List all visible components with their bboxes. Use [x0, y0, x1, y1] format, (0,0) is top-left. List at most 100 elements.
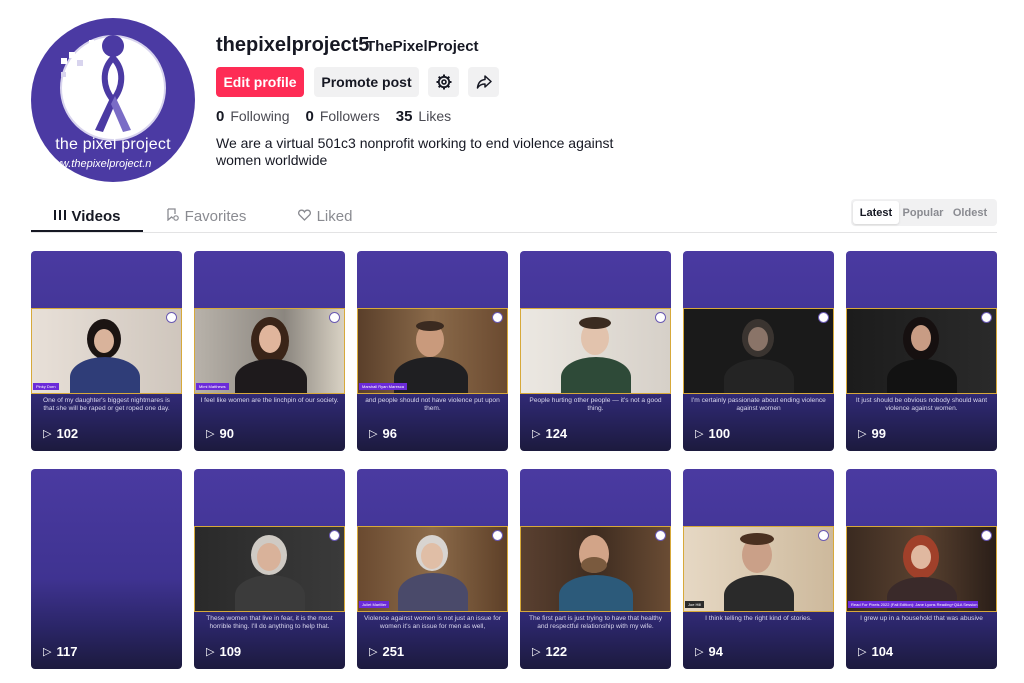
video-card[interactable]: These women that live in fear, it is the… [194, 469, 345, 669]
video-caption: Violence against women is not just an is… [364, 615, 501, 630]
video-thumbnail [520, 526, 671, 612]
pixel-logo-icon [329, 312, 340, 323]
pixel-logo-icon [981, 530, 992, 541]
tab-favorites[interactable]: Favorites [143, 200, 269, 232]
speaker-name-tag: Marshall Ryan Maresca [359, 383, 408, 390]
video-caption: I'm certainly passionate about ending vi… [691, 397, 826, 412]
play-icon: ▷ [206, 428, 215, 440]
video-caption: I grew up in a household that was abusiv… [860, 615, 983, 622]
play-count: ▷ 100 [695, 426, 730, 441]
play-count: ▷ 90 [206, 426, 234, 441]
video-thumbnail: Mimi Matthews [194, 308, 345, 394]
speaker-name-tag: Joe Hill [685, 601, 705, 608]
play-count: ▷ 99 [858, 426, 886, 441]
play-count: ▷ 124 [532, 426, 567, 441]
sort-oldest[interactable]: Oldest [947, 201, 993, 224]
play-count-value: 122 [545, 644, 568, 659]
play-icon: ▷ [858, 428, 867, 440]
play-icon: ▷ [369, 646, 378, 658]
video-card[interactable]: I'm certainly passionate about ending vi… [683, 251, 834, 451]
edit-profile-button[interactable]: Edit profile [216, 67, 304, 97]
pixel-logo-icon [818, 312, 829, 323]
video-thumbnail [194, 526, 345, 612]
play-count: ▷ 94 [695, 644, 723, 659]
video-card[interactable]: Pinky Dorn One of my daughter's biggest … [31, 251, 182, 451]
video-card[interactable]: Read For Pixels 2022 (Fall Edition): Jan… [846, 469, 997, 669]
likes-value: 35 [395, 108, 413, 125]
heart-icon [297, 209, 311, 224]
video-card[interactable]: People hurting other people — it's not a… [520, 251, 671, 451]
pixel-logo-icon [329, 530, 340, 541]
tabs-divider [31, 232, 997, 233]
nickname: ThePixelProject [366, 38, 479, 55]
promote-post-button[interactable]: Promote post [314, 67, 419, 97]
video-caption: The first part is just trying to have th… [528, 615, 663, 630]
video-card[interactable]: Joe Hill I think telling the right kind … [683, 469, 834, 669]
video-caption: I feel like women are the linchpin of ou… [200, 397, 339, 404]
play-count-value: 100 [708, 426, 731, 441]
tab-favorites-label: Favorites [184, 207, 247, 225]
avatar-logo-url: www.thepixelproject.n [45, 158, 152, 170]
followers-count[interactable]: 0 Followers [305, 108, 379, 125]
play-count-value: 109 [219, 644, 242, 659]
video-card[interactable]: Juliet Marillier Violence against women … [357, 469, 508, 669]
likes-count: 35 Likes [396, 108, 451, 125]
play-count-value: 124 [545, 426, 568, 441]
play-count: ▷ 109 [206, 644, 241, 659]
video-thumbnail: Juliet Marillier [357, 526, 508, 612]
pixel-logo-icon [818, 530, 829, 541]
play-count: ▷ 117 [43, 644, 77, 659]
gear-icon [436, 74, 451, 90]
play-icon: ▷ [43, 646, 52, 658]
video-thumbnail: Marshall Ryan Maresca [357, 308, 508, 394]
video-card[interactable]: It just should be obvious nobody should … [846, 251, 997, 451]
play-count: ▷ 104 [858, 644, 893, 659]
sort-latest[interactable]: Latest [853, 201, 899, 224]
sort-popular[interactable]: Popular [899, 201, 947, 224]
following-count[interactable]: 0 Following [216, 108, 289, 125]
play-count: ▷ 102 [43, 426, 78, 441]
profile-bio: We are a virtual 501c3 nonprofit working… [216, 135, 614, 168]
likes-label: Likes [418, 108, 452, 124]
grid-icon [53, 209, 66, 224]
pixel-logo-icon [655, 312, 666, 323]
video-card[interactable]: Mimi Matthews I feel like women are the … [194, 251, 345, 451]
video-thumbnail [683, 308, 834, 394]
speaker-name-tag: Pinky Dorn [33, 383, 59, 390]
play-icon: ▷ [43, 428, 52, 440]
play-icon: ▷ [858, 646, 867, 658]
pixel-logo-icon [655, 530, 666, 541]
play-icon: ▷ [695, 646, 704, 658]
pixel-logo-icon [166, 312, 177, 323]
tab-liked[interactable]: Liked [269, 200, 381, 232]
play-icon: ▷ [532, 428, 541, 440]
play-count-value: 90 [219, 426, 234, 441]
tab-liked-label: Liked [316, 207, 353, 225]
profile-avatar[interactable]: the pixel project www.thepixelproject.n [31, 18, 195, 182]
play-count: ▷ 251 [369, 644, 404, 659]
share-profile-button[interactable] [468, 67, 499, 97]
pixel-logo-icon [492, 530, 503, 541]
share-icon [476, 75, 492, 89]
video-caption: It just should be obvious nobody should … [855, 397, 988, 412]
video-thumbnail [520, 308, 671, 394]
tab-videos-label: Videos [71, 207, 121, 225]
following-value: 0 [216, 108, 225, 125]
video-caption: People hurting other people — it's not a… [529, 397, 662, 412]
play-count-value: 251 [382, 644, 405, 659]
video-card[interactable]: ▷ 117 [31, 469, 182, 669]
video-card[interactable]: The first part is just trying to have th… [520, 469, 671, 669]
video-card[interactable]: Marshall Ryan Maresca and people should … [357, 251, 508, 451]
speaker-name-tag: Mimi Matthews [196, 383, 229, 390]
username: thepixelproject5 [216, 34, 370, 56]
video-thumbnail [846, 308, 997, 394]
play-icon: ▷ [532, 646, 541, 658]
video-thumbnail: Read For Pixels 2022 (Fall Edition): Jan… [846, 526, 997, 612]
settings-button[interactable] [428, 67, 459, 97]
play-icon: ▷ [206, 646, 215, 658]
video-caption: One of my daughter's biggest nightmares … [43, 397, 170, 412]
tab-videos[interactable]: Videos [31, 200, 143, 232]
speaker-name-tag: Juliet Marillier [359, 601, 390, 608]
play-count: ▷ 122 [532, 644, 567, 659]
play-count-value: 117 [56, 644, 78, 659]
